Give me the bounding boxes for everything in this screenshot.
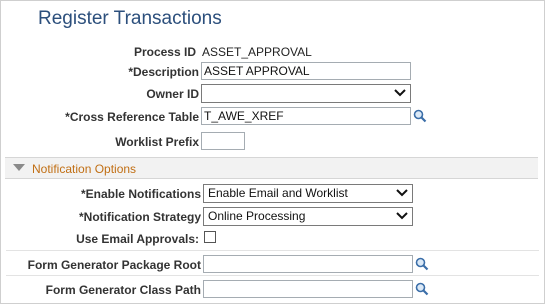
email-approvals-label: Use Email Approvals: (76, 232, 199, 246)
chevron-down-icon (396, 212, 408, 220)
enable-notifications-value: Enable Email and Worklist (208, 186, 348, 200)
email-approvals-checkbox[interactable] (204, 231, 216, 243)
class-path-field[interactable] (203, 280, 413, 298)
description-field[interactable]: ASSET APPROVAL (201, 62, 411, 80)
chevron-down-icon (394, 89, 406, 97)
process-id-label: Process ID (133, 45, 196, 59)
pkg-root-label: Form Generator Package Root (27, 258, 201, 272)
divider (6, 250, 539, 251)
notification-options-section[interactable]: Notification Options (5, 157, 538, 179)
cross-ref-field[interactable]: T_AWE_XREF (201, 107, 411, 125)
description-label: *Description (128, 65, 199, 79)
owner-id-label: Owner ID (146, 87, 199, 101)
magnifier-icon[interactable] (415, 282, 429, 296)
magnifier-icon[interactable] (415, 257, 429, 271)
worklist-prefix-field[interactable] (201, 132, 245, 150)
notification-strategy-select[interactable]: Online Processing (203, 207, 413, 226)
enable-notifications-select[interactable]: Enable Email and Worklist (203, 184, 413, 203)
enable-notifications-label: *Enable Notifications (80, 187, 201, 201)
notification-strategy-label: *Notification Strategy (78, 210, 201, 224)
cross-ref-label: *Cross Reference Table (65, 110, 199, 124)
process-id-value: ASSET_APPROVAL (202, 45, 312, 59)
triangle-down-icon[interactable] (13, 164, 25, 171)
magnifier-icon[interactable] (413, 109, 427, 123)
section-title[interactable]: Notification Options (32, 162, 136, 176)
worklist-prefix-label: Worklist Prefix (115, 135, 199, 149)
owner-id-select[interactable] (201, 84, 411, 103)
chevron-down-icon (396, 189, 408, 197)
notification-strategy-value: Online Processing (208, 209, 306, 223)
page-title: Register Transactions (38, 8, 222, 29)
class-path-label: Form Generator Class Path (45, 283, 201, 297)
pkg-root-field[interactable] (203, 255, 413, 273)
divider (6, 275, 539, 276)
